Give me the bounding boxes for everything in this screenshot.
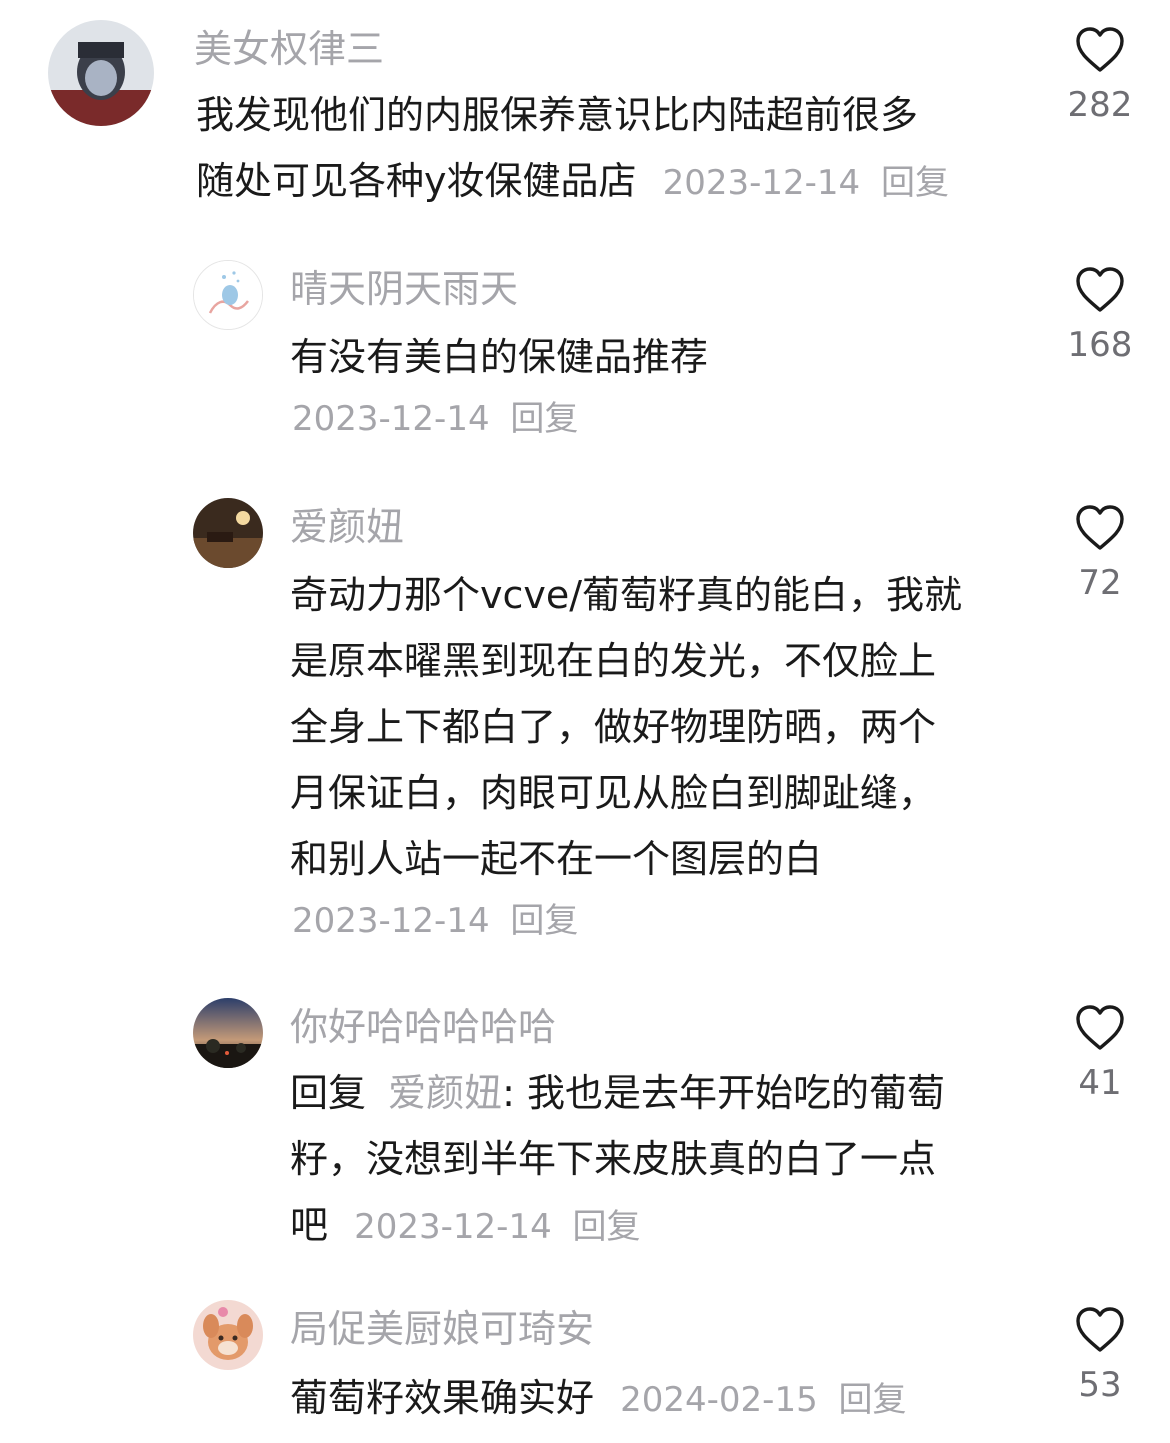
heart-icon[interactable]: [1074, 1306, 1126, 1354]
comment-date: 2023-12-14: [662, 163, 861, 203]
comment-text-segment: 吧: [290, 1203, 329, 1247]
user-avatar-icon: [193, 998, 263, 1068]
heart-icon[interactable]: [1074, 1004, 1126, 1052]
username[interactable]: 你好哈哈哈哈哈: [290, 1008, 556, 1046]
heart-icon[interactable]: [1074, 26, 1126, 74]
comment-text-line: 和别人站一起不在一个图层的白: [290, 837, 823, 881]
avatar[interactable]: [48, 20, 154, 126]
comment-date: 2023-12-14: [292, 901, 490, 941]
reply-button[interactable]: 回复: [510, 901, 578, 941]
comment-text-line: 回复 爱颜妞: 我也是去年开始吃的葡萄: [290, 1060, 1010, 1126]
reply-prefix: 回复: [290, 1071, 367, 1115]
like-count: 53: [1078, 1365, 1122, 1405]
comment-text: 葡萄籽效果确实好 2024-02-15 回复: [290, 1365, 1010, 1433]
comment-text: 有没有美白的保健品推荐: [290, 335, 709, 379]
like-count: 282: [1067, 85, 1133, 125]
heart-icon[interactable]: [1074, 266, 1126, 314]
like-button[interactable]: 282: [1040, 26, 1160, 122]
comment-text-segment: : 我也是去年开始吃的葡萄: [502, 1071, 946, 1115]
comment-item: 爱颜妞 奇动力那个vcve/葡萄籽真的能白，我就 是原本曜黑到现在白的发光，不仅…: [0, 478, 1170, 958]
comment-item: 晴天阴天雨天 有没有美白的保健品推荐 2023-12-14 回复 168: [0, 240, 1170, 460]
comment-text: 回复 爱颜妞: 我也是去年开始吃的葡萄 籽，没想到半年下来皮肤真的白了一点 吧 …: [290, 1060, 1010, 1260]
comment-text-segment: 葡萄籽效果确实好: [290, 1376, 595, 1420]
like-button[interactable]: 72: [1040, 504, 1160, 600]
like-button[interactable]: 168: [1040, 266, 1160, 362]
comment-item: 美女权律三 我发现他们的内服保养意识比内陆超前很多 随处可见各种y妆保健品店 2…: [0, 0, 1170, 230]
like-button[interactable]: 53: [1040, 1306, 1160, 1402]
avatar[interactable]: [193, 998, 263, 1068]
avatar[interactable]: [193, 498, 263, 568]
comment-text-line: 月保证白，肉眼可见从脸白到脚趾缝，: [290, 771, 937, 815]
avatar[interactable]: [193, 1300, 263, 1370]
comment-item: 你好哈哈哈哈哈 回复 爱颜妞: 我也是去年开始吃的葡萄 籽，没想到半年下来皮肤真…: [0, 978, 1170, 1278]
like-button[interactable]: 41: [1040, 1004, 1160, 1100]
comment-text-line: 是原本曜黑到现在白的发光，不仅脸上: [290, 639, 937, 683]
comment-date: 2023-12-14: [292, 399, 490, 439]
comment-text: 我发现他们的内服保养意识比内陆超前很多 随处可见各种y妆保健品店 2023-12…: [196, 82, 1036, 216]
comment-text-line: 奇动力那个vcve/葡萄籽真的能白，我就: [290, 573, 963, 617]
like-count: 41: [1078, 1063, 1122, 1103]
reply-button[interactable]: 回复: [510, 399, 578, 439]
username[interactable]: 美女权律三: [194, 30, 384, 68]
comment-date: 2023-12-14: [354, 1207, 552, 1247]
comment-date: 2024-02-15: [620, 1380, 818, 1420]
comment-text-line: 随处可见各种y妆保健品店 2023-12-14 回复: [196, 148, 1036, 216]
user-avatar-icon: [193, 498, 263, 568]
user-avatar-icon: [194, 261, 262, 329]
user-avatar-icon: [193, 1300, 263, 1370]
comment-text-segment: 随处可见各种y妆保健品店: [196, 159, 637, 203]
username[interactable]: 晴天阴天雨天: [290, 270, 518, 308]
username[interactable]: 爱颜妞: [290, 508, 404, 546]
reply-button[interactable]: 回复: [573, 1207, 641, 1247]
heart-icon[interactable]: [1074, 504, 1126, 552]
comment-text-line: 籽，没想到半年下来皮肤真的白了一点: [290, 1137, 937, 1181]
comment-text: 奇动力那个vcve/葡萄籽真的能白，我就 是原本曜黑到现在白的发光，不仅脸上 全…: [290, 562, 1010, 892]
comment-text-line: 全身上下都白了，做好物理防晒，两个: [290, 705, 937, 749]
avatar[interactable]: [193, 260, 263, 330]
comment-text-line: 吧 2023-12-14 回复: [290, 1192, 1010, 1260]
like-count: 168: [1067, 325, 1133, 365]
username[interactable]: 局促美厨娘可琦安: [290, 1310, 594, 1348]
reply-target-username[interactable]: 爱颜妞: [388, 1071, 502, 1115]
user-avatar-icon: [48, 20, 154, 126]
reply-button[interactable]: 回复: [839, 1380, 907, 1420]
comment-text-line: 我发现他们的内服保养意识比内陆超前很多: [196, 93, 919, 137]
reply-button[interactable]: 回复: [881, 163, 949, 203]
comment-item: 局促美厨娘可琦安 葡萄籽效果确实好 2024-02-15 回复 53: [0, 1280, 1170, 1443]
like-count: 72: [1078, 563, 1122, 603]
